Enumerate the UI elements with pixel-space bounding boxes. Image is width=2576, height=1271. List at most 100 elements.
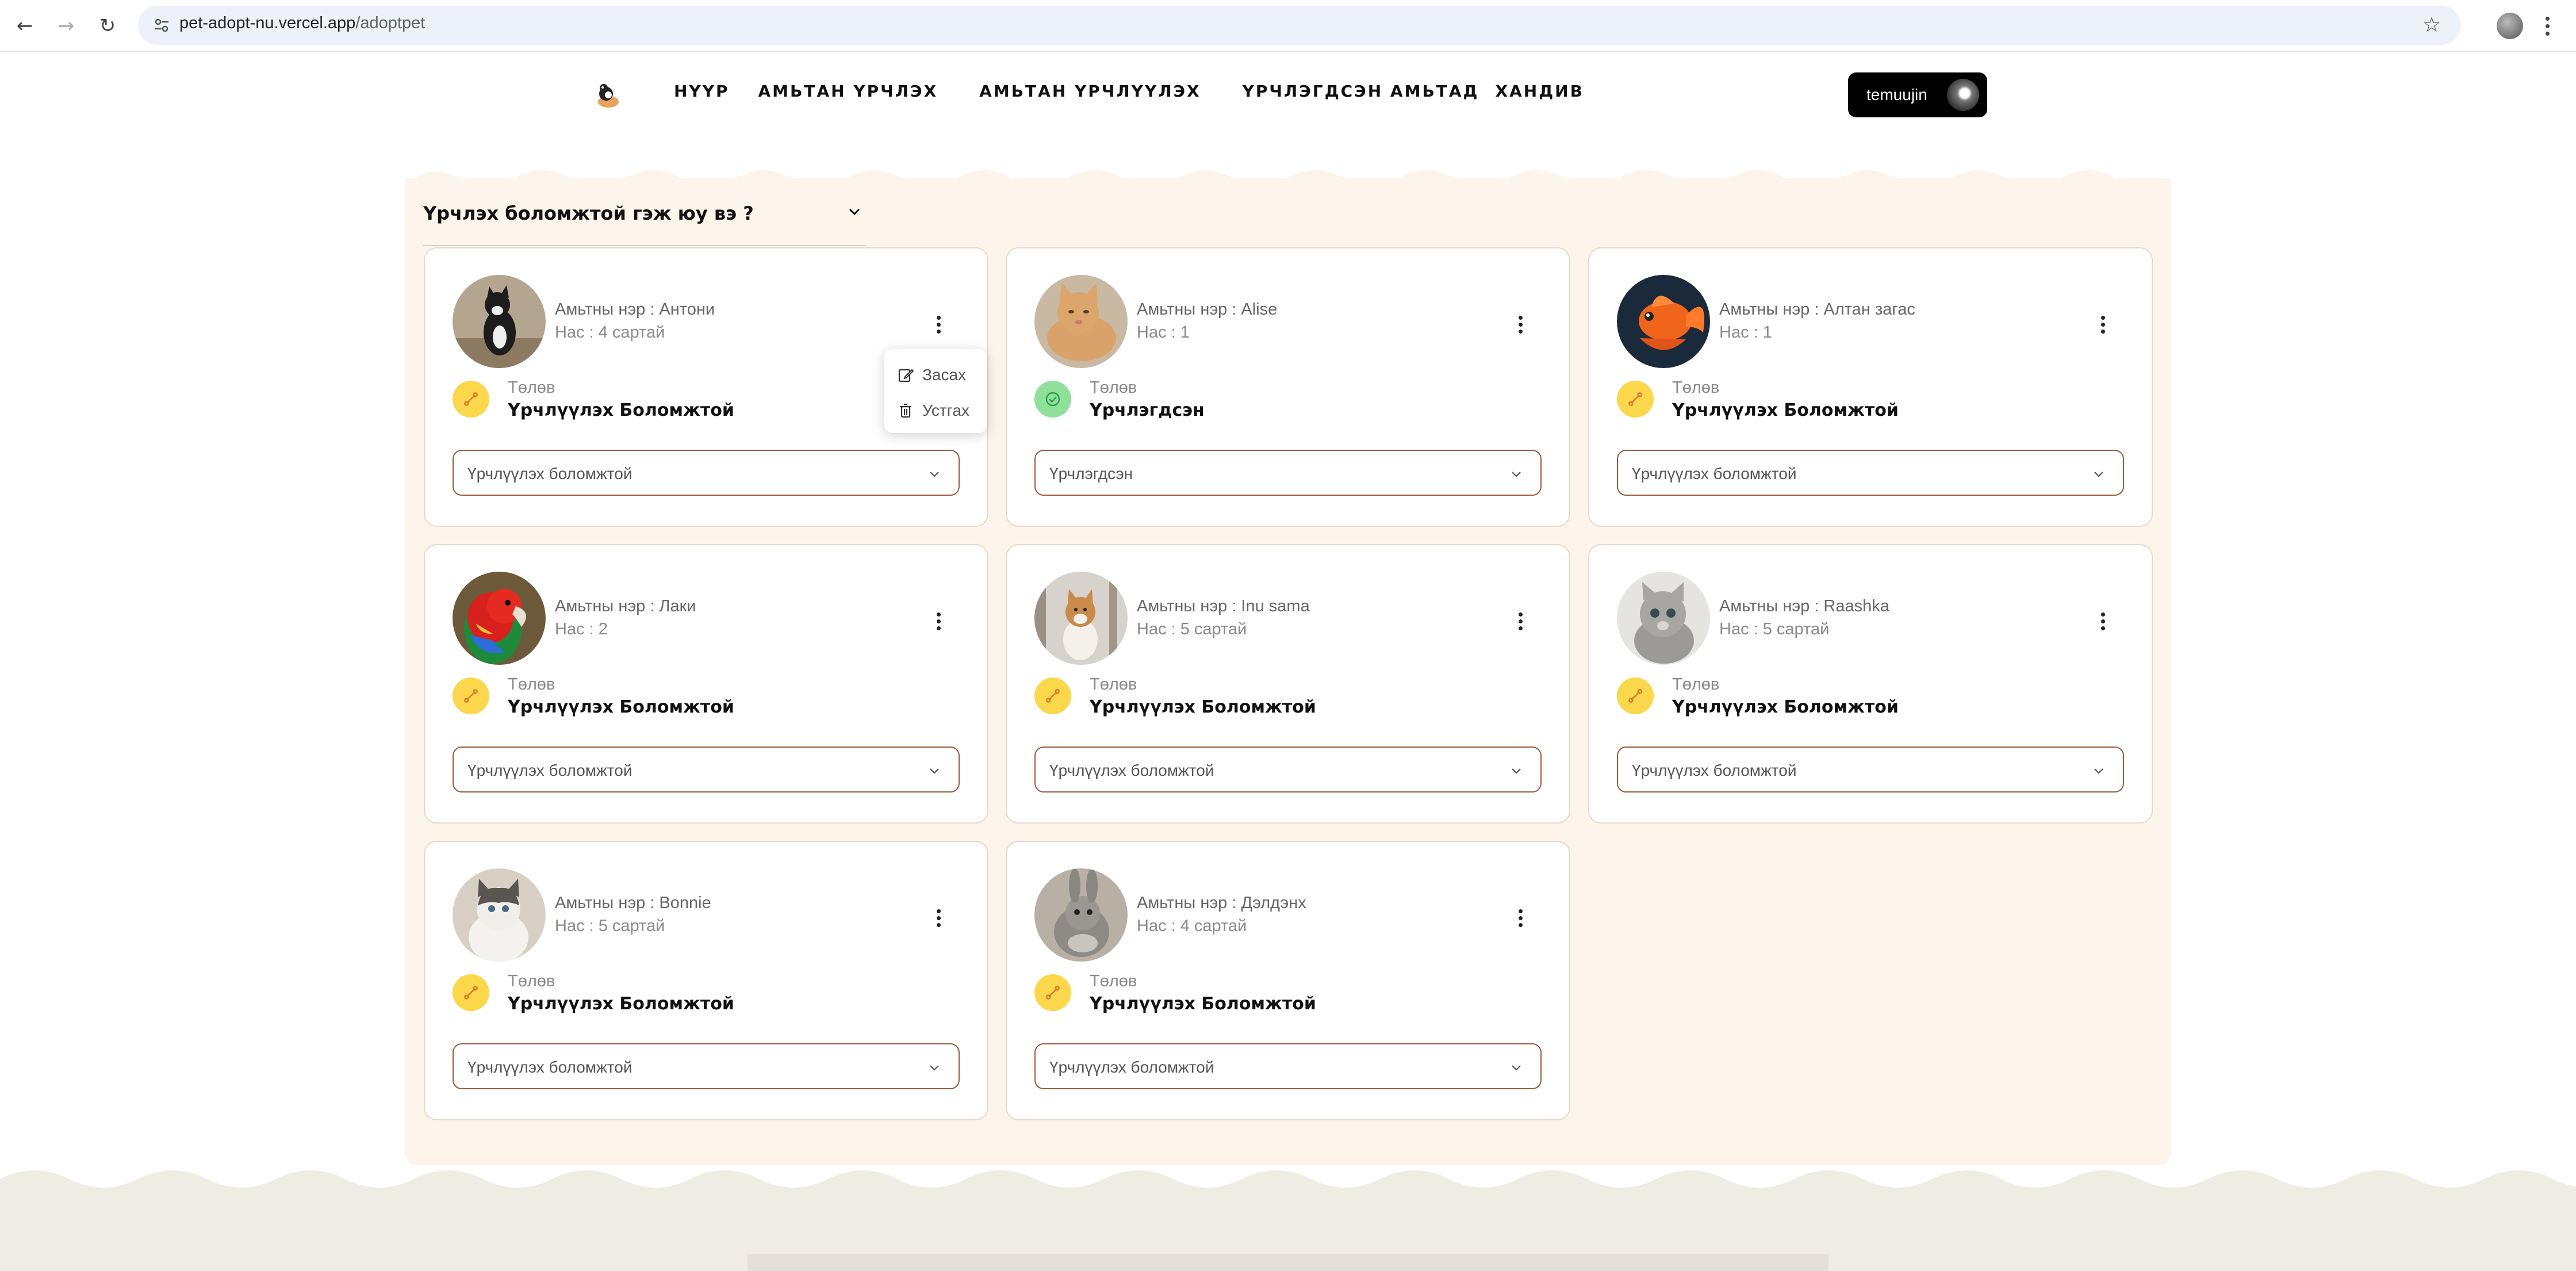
menu-item-edit[interactable]: Засах (897, 361, 966, 389)
more-options-icon[interactable] (930, 608, 947, 634)
chevron-down-icon (1512, 768, 1521, 774)
status-value: Үрчлүүлэх Боломжтой (1672, 697, 1899, 717)
status-label: Төлөв (508, 972, 555, 990)
back-icon[interactable]: ← (10, 12, 39, 40)
pet-card: Амьтны нэр : Дэлдэнх Нас : 4 сартай Төлө… (1006, 841, 1570, 1120)
pet-name: Амьтны нэр : Алтан загас (1719, 300, 1915, 319)
chevron-down-icon (930, 768, 939, 774)
main-nav: НҮҮР АМЬТАН ҮРЧЛЭХ АМЬТАН ҮРЧЛҮҮЛЭХ ҮРЧЛ… (674, 82, 1613, 101)
url-path: /adoptpet (355, 14, 425, 32)
pet-name: Амьтны нэр : Bonnie (555, 894, 711, 912)
user-menu-button[interactable]: temuujin (1848, 72, 1987, 117)
pet-photo-black-cat (453, 275, 546, 368)
status-value: Үрчлүүлэх Боломжтой (1672, 400, 1899, 420)
status-label: Төлөв (1672, 378, 1720, 397)
status-label: Төлөв (508, 378, 555, 397)
menu-item-delete[interactable]: Устгах (897, 396, 969, 425)
pet-card: Амьтны нэр : Raashka Нас : 5 сартай Төлө… (1588, 544, 2153, 824)
status-label: Төлөв (1090, 972, 1137, 990)
more-options-icon[interactable] (1512, 608, 1529, 634)
nav-adopted-pets[interactable]: ҮРЧЛЭГДСЭН АМЬТАД (1243, 82, 1479, 101)
status-select[interactable]: Үрчлүүлэх боломжтой (1617, 746, 2124, 793)
pet-name: Амьтны нэр : Raashka (1719, 597, 1889, 615)
status-select[interactable]: Үрчлүүлэх боломжтой (453, 450, 960, 496)
status-value: Үрчлүүлэх Боломжтой (508, 697, 734, 717)
pet-age: Нас : 1 (1719, 323, 1772, 342)
status-value: Үрчлүүлэх Боломжтой (1090, 697, 1316, 717)
nav-give-pet[interactable]: АМЬТАН ҮРЧЛҮҮЛЭХ (979, 82, 1201, 101)
pet-photo-ragdoll-cat (453, 868, 546, 962)
url-host: pet-adopt-nu.vercel.app (179, 14, 356, 32)
status-select[interactable]: Үрчлүүлэх боломжтой (453, 1043, 960, 1089)
chevron-down-icon (930, 1065, 939, 1071)
pet-photo-orange-cat (1034, 275, 1128, 368)
bone-icon (1617, 677, 1654, 714)
pet-options-menu: Засах Устгах (884, 349, 987, 433)
pet-age: Нас : 1 (1137, 323, 1190, 342)
more-options-icon[interactable] (930, 312, 947, 337)
more-options-icon[interactable] (2094, 608, 2111, 634)
nav-donate[interactable]: ХАНДИВ (1496, 82, 1584, 101)
pet-card: Амьтны нэр : Лаки Нас : 2 Төлөв Үрчлүүлэ… (424, 544, 988, 824)
bone-icon (453, 677, 489, 714)
chevron-down-icon (2094, 768, 2103, 774)
more-options-icon[interactable] (930, 905, 947, 931)
bone-icon (1034, 974, 1071, 1011)
pet-name: Амьтны нэр : Лаки (555, 597, 696, 615)
status-select[interactable]: Үрчлүүлэх боломжтой (1034, 1043, 1542, 1089)
status-select[interactable]: Үрчлэгдсэн (1034, 450, 1542, 496)
status-select-value: Үрчлүүлэх боломжтой (1632, 465, 1797, 483)
status-value: Үрчлэгдсэн (1090, 400, 1205, 420)
pet-age: Нас : 2 (555, 620, 608, 638)
user-name: temuujin (1866, 86, 1927, 104)
pet-photo-rabbit (1034, 868, 1128, 962)
status-value: Үрчлүүлэх Боломжтой (1090, 994, 1316, 1014)
status-select-value: Үрчлүүлэх боломжтой (1049, 1058, 1214, 1076)
pet-name: Амьтны нэр : Alise (1137, 300, 1278, 319)
reload-icon[interactable]: ↻ (93, 12, 122, 40)
status-select[interactable]: Үрчлүүлэх боломжтой (453, 746, 960, 793)
pet-name: Амьтны нэр : Антони (555, 300, 715, 319)
edit-icon (898, 369, 914, 382)
browser-profile-avatar[interactable] (2497, 13, 2523, 39)
status-select-value: Үрчлэгдсэн (1049, 465, 1133, 483)
pet-age: Нас : 4 сартай (555, 323, 665, 342)
pet-name: Амьтны нэр : Inu sama (1137, 597, 1310, 615)
nav-adopt-pet[interactable]: АМЬТАН ҮРЧЛЭХ (758, 82, 938, 101)
pet-photo-shiba-dog (1034, 572, 1128, 665)
status-select-value: Үрчлүүлэх боломжтой (1049, 761, 1214, 779)
more-options-icon[interactable] (2094, 312, 2111, 337)
faq-accordion[interactable]: Үрчлэх боломжтой гэж юу вэ ? (423, 196, 866, 246)
pet-card: Амьтны нэр : Inu sama Нас : 5 сартай Төл… (1006, 544, 1570, 824)
pet-photo-goldfish (1617, 275, 1710, 368)
address-bar[interactable]: pet-adopt-nu.vercel.app/adoptpet ☆ (138, 6, 2461, 45)
faq-question: Үрчлэх боломжтой гэж юу вэ ? (423, 202, 754, 224)
chevron-down-icon (849, 208, 860, 216)
pet-age: Нас : 5 сартай (1137, 620, 1247, 638)
pet-card: Амьтны нэр : Алтан загас Нас : 1 Төлөв Ү… (1588, 247, 2153, 527)
pet-age: Нас : 5 сартай (555, 917, 665, 935)
pet-photo-grey-kitten (1617, 572, 1710, 665)
bone-icon (1034, 677, 1071, 714)
chevron-down-icon (2094, 472, 2103, 477)
status-label: Төлөв (1672, 675, 1720, 694)
site-info-icon[interactable] (147, 11, 176, 40)
chevron-down-icon (1512, 472, 1521, 477)
chevron-down-icon (1512, 1065, 1521, 1071)
more-options-icon[interactable] (1512, 312, 1529, 337)
pet-age: Нас : 5 сартай (1719, 620, 1830, 638)
user-avatar (1947, 79, 1979, 111)
status-select[interactable]: Үрчлүүлэх боломжтой (1034, 746, 1542, 793)
more-options-icon[interactable] (1512, 905, 1529, 931)
browser-menu-icon[interactable] (2536, 12, 2559, 40)
site-logo[interactable] (591, 78, 626, 112)
browser-toolbar: ← → ↻ pet-adopt-nu.vercel.app/adoptpet ☆ (0, 0, 2576, 52)
bookmark-star-icon[interactable]: ☆ (2417, 10, 2446, 39)
nav-home[interactable]: НҮҮР (674, 82, 730, 101)
status-select-value: Үрчлүүлэх боломжтой (467, 1058, 632, 1076)
forward-icon[interactable]: → (52, 12, 80, 40)
status-select-value: Үрчлүүлэх боломжтой (467, 761, 632, 779)
status-value: Үрчлүүлэх Боломжтой (508, 994, 734, 1014)
status-select[interactable]: Үрчлүүлэх боломжтой (1617, 450, 2124, 496)
bone-icon (453, 974, 489, 1011)
